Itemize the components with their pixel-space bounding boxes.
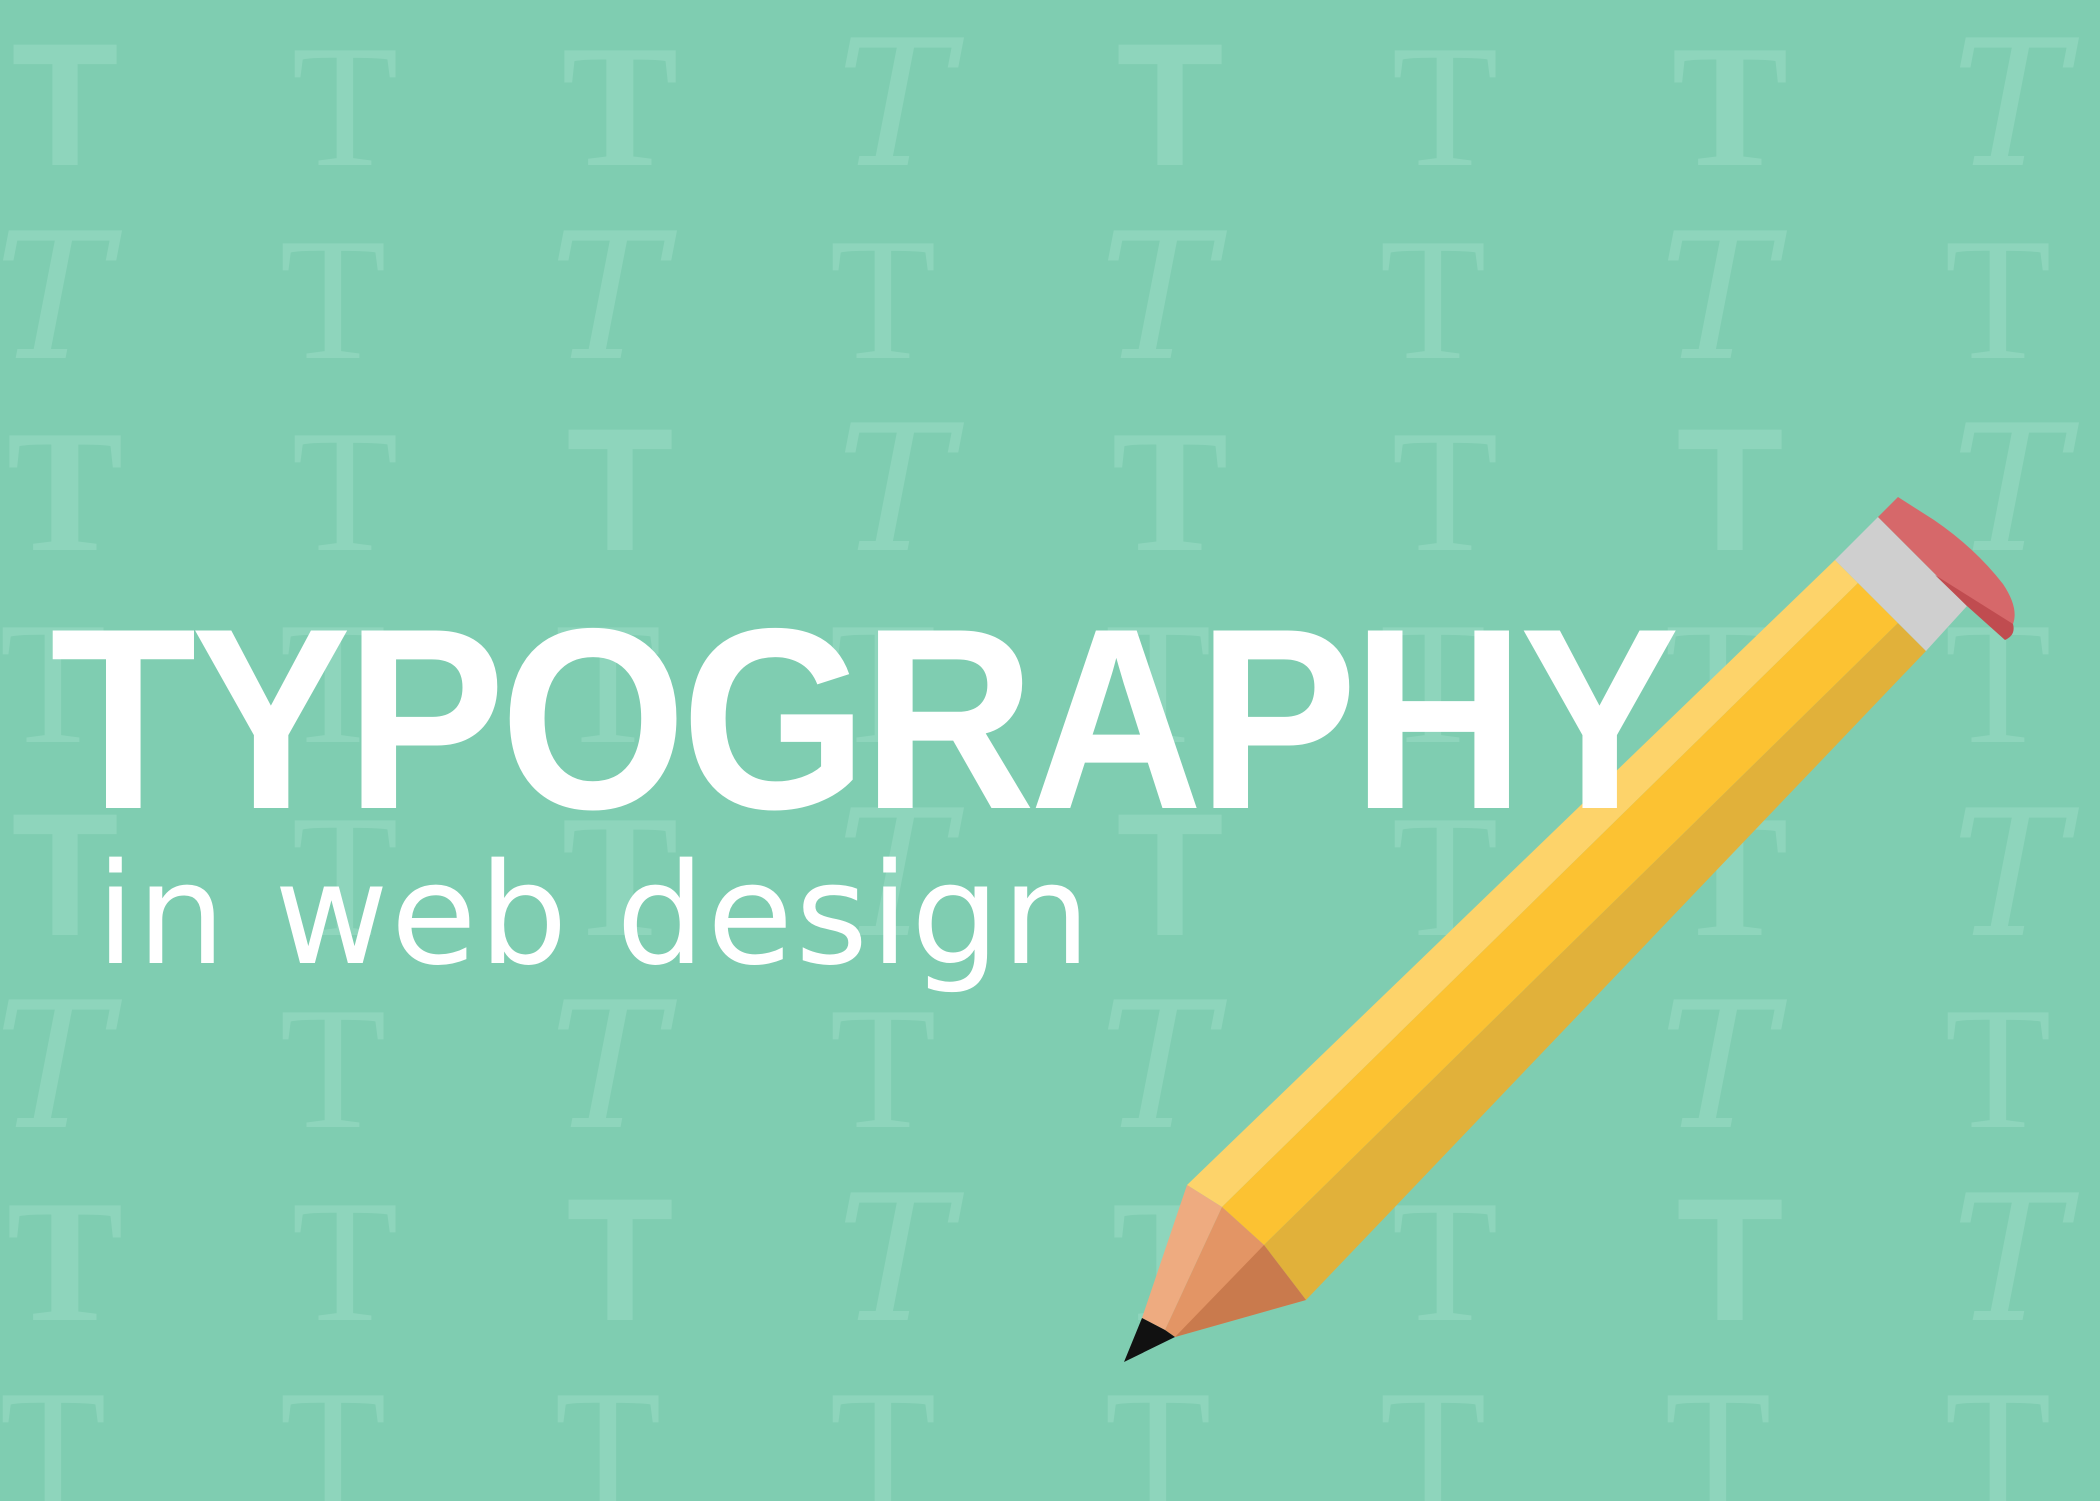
cover-image: TTTTTTTTTTTTTTTTTTTTTTTTTTTTTTTTTTTTTTTT… [0, 0, 2100, 1501]
page-subtitle: in web design [96, 834, 1093, 997]
page-title: TYPOGRAPHY [50, 574, 1680, 863]
